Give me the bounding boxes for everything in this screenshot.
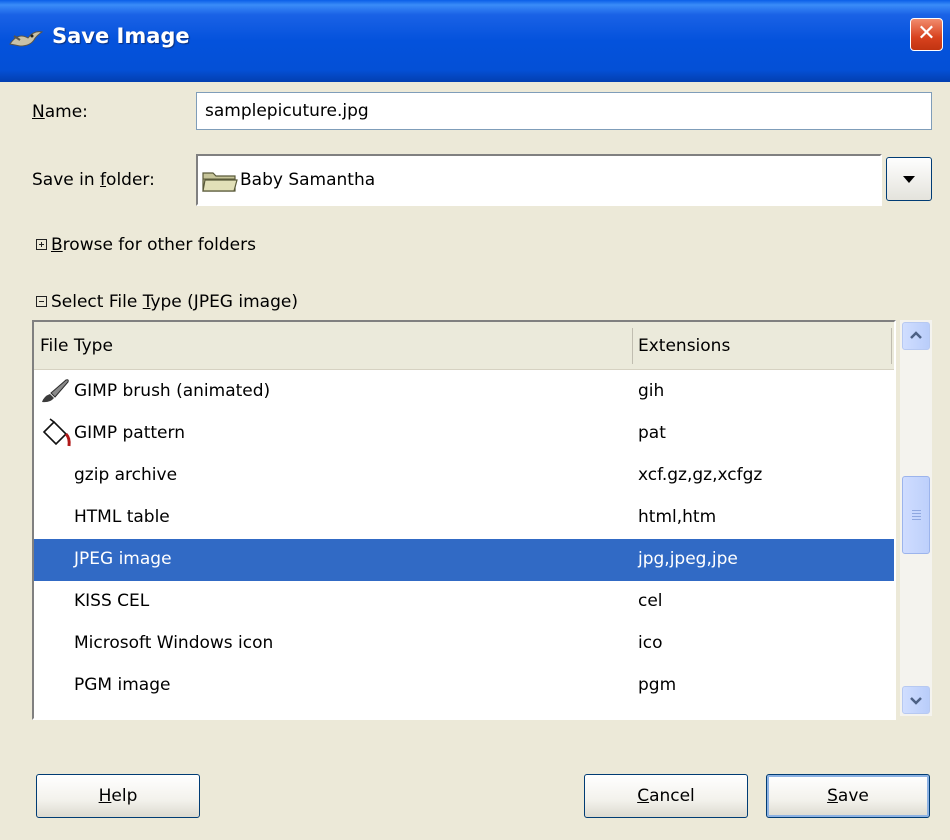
file-type-name: GIMP pattern [74, 423, 185, 443]
file-type-extensions: pat [638, 423, 666, 443]
name-label: Name: [32, 102, 88, 122]
list-item[interactable]: gzip archive xcf.gz,gz,xcfgz [34, 455, 894, 497]
grip-line [912, 516, 921, 517]
folder-icon [202, 172, 238, 192]
list-item[interactable]: PGM image pgm [34, 665, 894, 707]
file-type-name: Microsoft Windows icon [74, 633, 274, 653]
scroll-down-button[interactable] [902, 686, 930, 714]
chevron-down-icon [903, 176, 915, 183]
browse-folders-expander[interactable]: Browse for other folders [36, 235, 256, 255]
file-type-name: PGM image [74, 675, 171, 695]
file-type-name: gzip archive [74, 465, 178, 485]
file-type-list[interactable]: File Type Extensions GIMP brush (animate… [32, 320, 896, 720]
list-item[interactable]: Microsoft Windows icon ico [34, 623, 894, 665]
file-type-name: HTML table [74, 507, 170, 527]
list-item[interactable]: GIMP pattern pat [34, 413, 894, 455]
file-type-extensions: ico [638, 633, 663, 653]
list-header: File Type Extensions [34, 322, 894, 370]
save-in-folder-label: Save in folder: [32, 170, 155, 190]
cancel-button[interactable]: Cancel [584, 774, 748, 818]
file-type-extensions: gih [638, 381, 665, 401]
close-button[interactable]: ✕ [910, 18, 943, 51]
title-bar[interactable]: Save Image ✕ [0, 0, 950, 82]
bucket-fill-icon [42, 418, 71, 447]
window-title: Save Image [52, 24, 190, 48]
folder-dropdown-button[interactable] [886, 157, 932, 201]
filename-input[interactable] [196, 92, 932, 130]
column-header-extensions[interactable]: Extensions [638, 336, 730, 356]
grip-line [912, 513, 921, 514]
column-divider [891, 328, 892, 364]
file-type-extensions: jpg,jpeg,jpe [638, 549, 738, 569]
list-item[interactable]: HTML table html,htm [34, 497, 894, 539]
file-type-extensions: html,htm [638, 507, 717, 527]
scroll-thumb[interactable] [902, 476, 930, 554]
scroll-up-button[interactable] [902, 322, 930, 350]
column-divider [632, 328, 633, 364]
grip-line [912, 519, 921, 520]
folder-name: Baby Samantha [240, 170, 376, 190]
file-type-name: KISS CEL [74, 591, 150, 611]
vertical-scrollbar[interactable] [900, 320, 932, 716]
folder-combobox[interactable]: Baby Samantha [196, 154, 882, 206]
save-button[interactable]: Save [766, 774, 930, 818]
file-type-extensions: xcf.gz,gz,xcfgz [638, 465, 763, 485]
file-type-extensions: pgm [638, 675, 677, 695]
list-item-selected[interactable]: JPEG image jpg,jpeg,jpe [34, 539, 894, 581]
chevron-up-icon [910, 331, 922, 339]
gimp-wilber-icon [9, 31, 44, 47]
list-item[interactable]: KISS CEL cel [34, 581, 894, 623]
chevron-down-icon [910, 697, 922, 705]
column-header-file-type[interactable]: File Type [40, 336, 113, 356]
help-button[interactable]: Help [36, 774, 200, 818]
file-type-name: JPEG image [74, 549, 172, 569]
expand-plus-icon [36, 238, 47, 250]
collapse-minus-icon [36, 295, 47, 307]
grip-line [912, 510, 921, 511]
list-item[interactable]: GIMP brush (animated) gih [34, 371, 894, 413]
file-type-expander[interactable]: Select File Type (JPEG image) [36, 292, 298, 312]
file-type-name: GIMP brush (animated) [74, 381, 271, 401]
brush-icon [42, 379, 69, 403]
file-type-extensions: cel [638, 591, 663, 611]
